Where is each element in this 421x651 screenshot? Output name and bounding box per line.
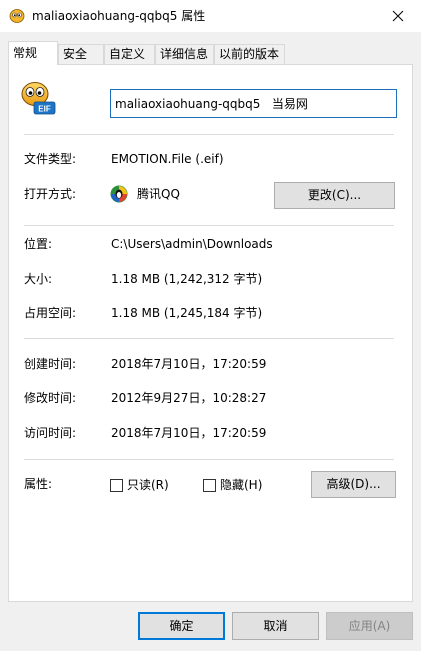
qq-penguin-icon — [110, 185, 128, 203]
change-button[interactable]: 更改(C)... — [274, 182, 395, 209]
file-type-value: EMOTION.File (.eif) — [111, 152, 224, 166]
divider — [24, 459, 394, 460]
tab-previous-versions[interactable]: 以前的版本 — [214, 44, 285, 64]
ok-button[interactable]: 确定 — [138, 612, 225, 640]
readonly-label[interactable]: 只读(R) — [127, 477, 169, 493]
window-title: maliaoxiaohuang-qqbq5 属性 — [32, 9, 206, 23]
file-name-input[interactable] — [110, 89, 397, 118]
accessed-value: 2018年7月10日，17:20:59 — [111, 426, 267, 440]
tab-custom[interactable]: 自定义 — [104, 44, 155, 64]
attributes-label: 属性: — [24, 477, 53, 491]
location-label: 位置: — [24, 237, 53, 251]
modified-value: 2012年9月27日，10:28:27 — [111, 391, 267, 405]
size-value: 1.18 MB (1,242,312 字节) — [111, 272, 263, 286]
close-icon — [392, 10, 404, 22]
eif-file-icon — [9, 9, 25, 23]
location-value: C:\Users\admin\Downloads — [111, 237, 273, 251]
advanced-button[interactable]: 高级(D)... — [311, 471, 396, 498]
divider — [24, 225, 394, 226]
modified-label: 修改时间: — [24, 391, 77, 405]
tab-security[interactable]: 安全 — [58, 44, 104, 64]
created-value: 2018年7月10日，17:20:59 — [111, 357, 267, 371]
eif-badge-text: EIF — [38, 105, 51, 114]
close-button[interactable] — [375, 0, 421, 32]
readonly-checkbox[interactable] — [110, 479, 123, 492]
cancel-button[interactable]: 取消 — [232, 612, 319, 640]
hidden-label[interactable]: 隐藏(H) — [220, 477, 262, 493]
size-on-disk-value: 1.18 MB (1,245,184 字节) — [111, 306, 263, 320]
accessed-label: 访问时间: — [24, 426, 77, 440]
eif-file-icon: EIF — [21, 82, 56, 115]
apply-button[interactable]: 应用(A) — [326, 612, 413, 640]
tab-details[interactable]: 详细信息 — [155, 44, 214, 64]
tab-general[interactable]: 常规 — [8, 41, 58, 65]
title-bar: maliaoxiaohuang-qqbq5 属性 — [0, 0, 421, 32]
divider — [24, 134, 394, 135]
open-with-label: 打开方式: — [24, 187, 77, 201]
general-panel — [8, 64, 413, 602]
file-type-label: 文件类型: — [24, 152, 77, 166]
divider — [24, 338, 394, 339]
open-with-value: 腾讯QQ — [137, 187, 180, 201]
size-label: 大小: — [24, 272, 53, 286]
created-label: 创建时间: — [24, 357, 77, 371]
hidden-checkbox[interactable] — [203, 479, 216, 492]
size-on-disk-label: 占用空间: — [24, 306, 77, 320]
